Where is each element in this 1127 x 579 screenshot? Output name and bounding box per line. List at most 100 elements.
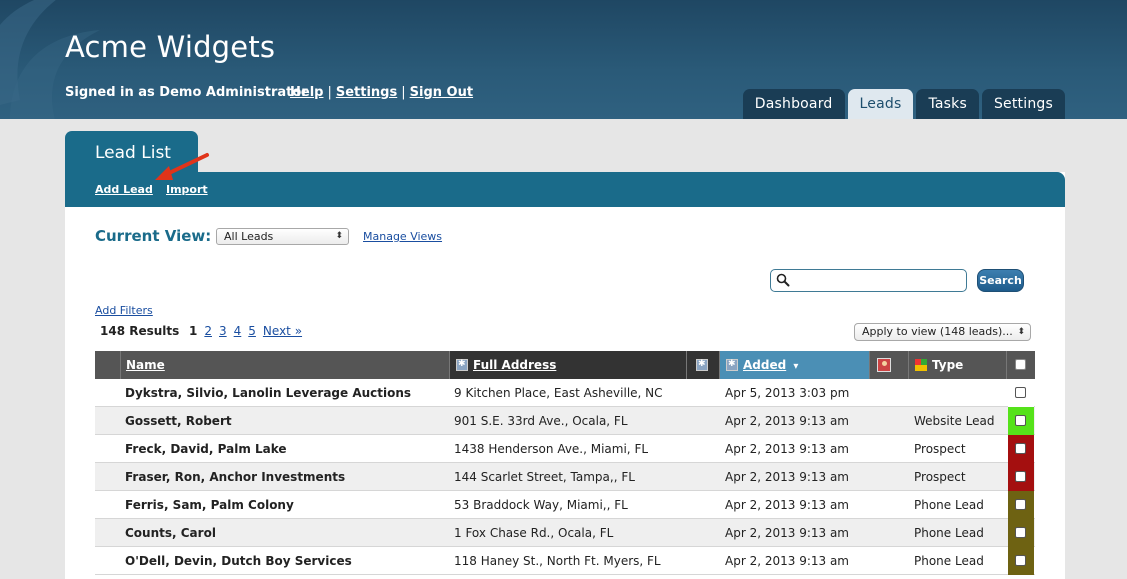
- lead-type-color: [1008, 519, 1034, 547]
- column-name-label[interactable]: Name: [126, 358, 165, 372]
- column-contact[interactable]: [870, 351, 909, 379]
- lead-address: 53 Braddock Way, Miami,, FL: [454, 498, 628, 512]
- results-count: 148 Results: [100, 324, 180, 338]
- signed-in-text: Signed in as Demo Administrator: [65, 85, 308, 100]
- manage-views-link[interactable]: Manage Views: [363, 230, 442, 243]
- search-input[interactable]: [770, 269, 967, 292]
- lead-list-panel: Lead List Add Lead Import Current View: …: [65, 131, 1065, 579]
- search-button[interactable]: Search: [977, 269, 1024, 292]
- tab-tasks[interactable]: Tasks: [916, 89, 979, 119]
- row-checkbox[interactable]: [1015, 387, 1026, 398]
- lead-address: 901 S.E. 33rd Ave., Ocala, FL: [454, 414, 628, 428]
- table-row[interactable]: Fraser, Ron, Anchor Investments 144 Scarl…: [95, 463, 1035, 491]
- contact-icon: [877, 358, 891, 372]
- lead-name[interactable]: Ferris, Sam, Palm Colony: [125, 491, 294, 519]
- table-body: Dykstra, Silvio, Lanolin Leverage Auctio…: [95, 379, 1035, 575]
- column-name[interactable]: Name: [121, 351, 450, 379]
- apply-select-value: Apply to view (148 leads)...: [862, 325, 1013, 338]
- column-toggle[interactable]: [687, 351, 720, 379]
- row-checkbox[interactable]: [1015, 415, 1026, 426]
- lead-type-color: [1008, 547, 1034, 575]
- column-address[interactable]: Full Address: [450, 351, 687, 379]
- apply-to-view-select[interactable]: Apply to view (148 leads)... ⬍: [854, 323, 1031, 341]
- lead-type-color: [1008, 407, 1034, 435]
- column-address-label[interactable]: Full Address: [473, 358, 556, 372]
- pagination: 1 2 3 4 5 Next »: [189, 324, 302, 338]
- column-options-icon[interactable]: [456, 358, 468, 371]
- top-links: Help | Settings | Sign Out: [290, 85, 473, 100]
- lead-type-color: [1008, 379, 1034, 407]
- panel-top-strip: [65, 131, 1065, 172]
- link-separator: |: [401, 85, 406, 100]
- view-select[interactable]: All Leads ⬍: [216, 228, 349, 245]
- select-arrows-icon: ⬍: [1017, 327, 1025, 337]
- page-link[interactable]: 3: [219, 324, 227, 338]
- search-icon: [776, 273, 790, 287]
- sign-out-link[interactable]: Sign Out: [410, 85, 473, 100]
- settings-link[interactable]: Settings: [336, 85, 397, 100]
- column-type[interactable]: Type: [909, 351, 1007, 379]
- lead-added: Apr 2, 2013 9:13 am: [725, 414, 849, 428]
- select-all-column: [1007, 351, 1035, 379]
- app-header: Acme Widgets Signed in as Demo Administr…: [0, 0, 1127, 119]
- table-row[interactable]: Dykstra, Silvio, Lanolin Leverage Auctio…: [95, 379, 1035, 407]
- lead-address: 1438 Henderson Ave., Miami, FL: [454, 442, 649, 456]
- app-title: Acme Widgets: [65, 30, 276, 64]
- lead-type: Website Lead: [914, 414, 995, 428]
- row-checkbox[interactable]: [1015, 499, 1026, 510]
- lead-name[interactable]: Dykstra, Silvio, Lanolin Leverage Auctio…: [125, 379, 411, 407]
- table-row[interactable]: Counts, Carol 1 Fox Chase Rd., Ocala, FL A…: [95, 519, 1035, 547]
- lead-type-color: [1008, 435, 1034, 463]
- table-header: Name Full Address Added ▾ Type: [95, 351, 1035, 379]
- lead-type-color: [1008, 491, 1034, 519]
- column-options-icon[interactable]: [726, 358, 738, 371]
- lead-name[interactable]: Freck, David, Palm Lake: [125, 435, 287, 463]
- lead-address: 9 Kitchen Place, East Asheville, NC: [454, 386, 663, 400]
- lead-name[interactable]: Fraser, Ron, Anchor Investments: [125, 463, 345, 491]
- tab-settings[interactable]: Settings: [981, 89, 1065, 119]
- lead-name[interactable]: Counts, Carol: [125, 519, 216, 547]
- lead-added: Apr 2, 2013 9:13 am: [725, 554, 849, 568]
- lead-type: Prospect: [914, 442, 966, 456]
- lead-added: Apr 2, 2013 9:13 am: [725, 470, 849, 484]
- column-type-label: Type: [932, 358, 964, 372]
- leads-table: Name Full Address Added ▾ Type Dykstra, …: [95, 351, 1035, 575]
- table-row[interactable]: O'Dell, Devin, Dutch Boy Services 118 Han…: [95, 547, 1035, 575]
- lead-type: Phone Lead: [914, 554, 984, 568]
- row-checkbox[interactable]: [1015, 471, 1026, 482]
- main-nav-tabs: Dashboard Leads Tasks Settings: [742, 89, 1065, 119]
- column-added[interactable]: Added ▾: [720, 351, 870, 379]
- table-row[interactable]: Freck, David, Palm Lake 1438 Henderson Av…: [95, 435, 1035, 463]
- lead-type: Phone Lead: [914, 498, 984, 512]
- lead-added: Apr 2, 2013 9:13 am: [725, 498, 849, 512]
- next-page-link[interactable]: Next »: [263, 324, 302, 338]
- help-link[interactable]: Help: [290, 85, 323, 100]
- table-row[interactable]: Ferris, Sam, Palm Colony 53 Braddock Way,…: [95, 491, 1035, 519]
- row-checkbox[interactable]: [1015, 527, 1026, 538]
- lead-address: 144 Scarlet Street, Tampa,, FL: [454, 470, 635, 484]
- column-added-label[interactable]: Added: [743, 358, 786, 372]
- header-spacer: [95, 351, 121, 379]
- lead-type-color: [1008, 463, 1034, 491]
- add-filters-link[interactable]: Add Filters: [95, 304, 153, 317]
- lead-added: Apr 2, 2013 9:13 am: [725, 442, 849, 456]
- tab-dashboard[interactable]: Dashboard: [742, 89, 845, 119]
- row-checkbox[interactable]: [1015, 555, 1026, 566]
- page-link[interactable]: 5: [248, 324, 256, 338]
- table-row[interactable]: Gossett, Robert 901 S.E. 33rd Ave., Ocala…: [95, 407, 1035, 435]
- page-link[interactable]: 2: [204, 324, 212, 338]
- row-checkbox[interactable]: [1015, 443, 1026, 454]
- link-separator: |: [327, 85, 332, 100]
- select-all-checkbox[interactable]: [1015, 359, 1026, 370]
- tab-leads[interactable]: Leads: [847, 89, 914, 119]
- type-color-icon: [915, 359, 927, 371]
- lead-name[interactable]: O'Dell, Devin, Dutch Boy Services: [125, 547, 352, 575]
- page-current: 1: [189, 324, 198, 338]
- current-view-label: Current View:: [95, 227, 212, 245]
- page-link[interactable]: 4: [234, 324, 242, 338]
- annotation-arrow-icon: [155, 153, 209, 180]
- column-options-icon[interactable]: [696, 358, 708, 371]
- lead-name[interactable]: Gossett, Robert: [125, 407, 232, 435]
- lead-address: 1 Fox Chase Rd., Ocala, FL: [454, 526, 614, 540]
- view-select-value: All Leads: [224, 230, 274, 243]
